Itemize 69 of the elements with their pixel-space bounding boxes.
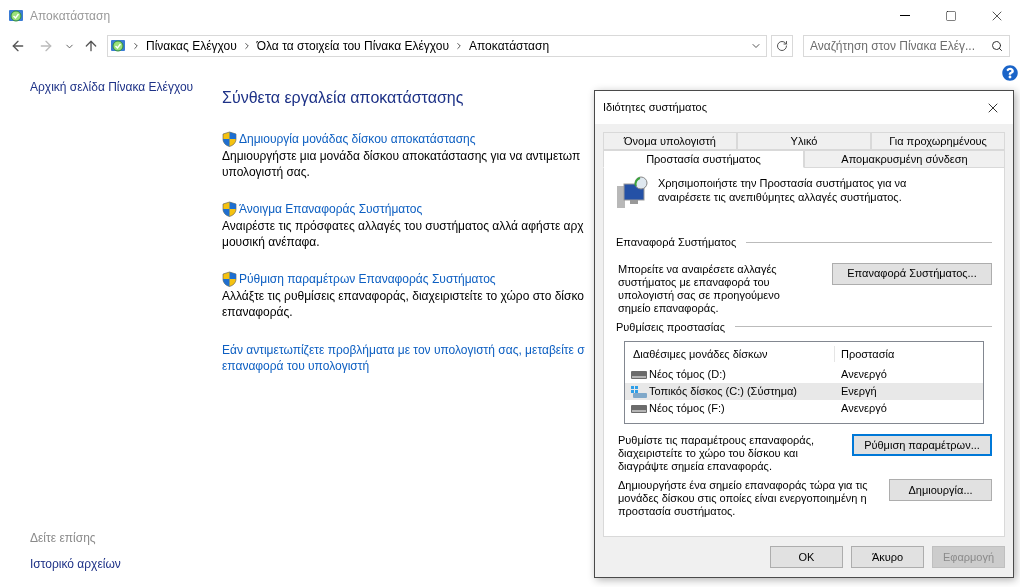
tab[interactable]: Για προχωρημένους [871,132,1005,150]
description-line: μουσική ανέπαφα. [222,234,321,250]
computer-restore-icon [616,176,650,210]
up-icon[interactable] [83,38,99,54]
search-field[interactable]: Αναζήτηση στον Πίνακα Ελέγ... [803,35,1010,57]
breadcrumb[interactable]: Πίνακας Ελέγχου [146,37,237,55]
dialog-title: Ιδιότητες συστήματος [603,100,708,116]
system-restore-button[interactable]: Επαναφορά Συστήματος... [832,262,992,285]
action-button[interactable]: Δημιουργία... [889,479,992,501]
forward-icon[interactable] [38,38,54,54]
page-heading: Σύνθετα εργαλεία αποκατάστασης [222,88,465,108]
drive-row[interactable]: Νέος τόμος (F:) Ανενεργό [625,400,983,417]
breadcrumb[interactable]: Αποκατάσταση [469,37,550,55]
tab[interactable]: Προστασία συστήματος [603,150,804,168]
window-title: Αποκατάσταση [30,7,111,25]
description-line: Αλλάξτε τις ρυθμίσεις επαναφοράς, διαχειριστείτε το χώρο στο δίσκο [222,288,585,304]
tab[interactable]: Απομακρυσμένη σύνδεση [804,150,1005,168]
protection-status: Ανενεργό [840,367,887,383]
description-line: υπολογιστή σας. [222,164,311,180]
refresh-icon [776,40,788,52]
sidebar-link[interactable]: Ιστορικό αρχείων [30,555,222,573]
system-drive-icon [631,385,647,398]
protection-status: Ανενεργό [840,401,887,417]
description-line: Αναιρέστε τις πρόσφατες αλλαγές του συστήματος αλλά αφήστε αρχ [222,218,585,234]
tool-link[interactable]: Δημιουργία μονάδας δίσκου αποκατάστασης [239,130,476,148]
tab[interactable]: Όνομα υπολογιστή [603,132,737,150]
footer-link[interactable]: επαναφορά του υπολογιστή [222,358,585,374]
footer-link[interactable]: Εάν αντιμετωπίζετε προβλήματα με τον υπολογιστή σας, μεταβείτε σ [222,342,585,358]
help-icon[interactable] [1002,65,1018,81]
chevron-icon [454,41,464,51]
tool-link[interactable]: Ρύθμιση παραμέτρων Επαναφοράς Συστήματος [239,270,496,288]
restore-text: Μπορείτε να αναιρέσετε αλλαγές συστήματος με επαναφορά του υπολογιστή σας σε προηγούμενο σημείο επαναφοράς. [617,262,781,315]
protection-status: Ενεργή [840,384,877,400]
intro-text: Χρησιμοποιήστε την Προστασία συστήματος για να αναιρέσετε τις ανεπιθύμητες αλλαγές συστήματος. [658,176,908,204]
tab[interactable]: Υλικό [737,132,871,150]
search-icon [991,40,1003,52]
drive-icon [631,370,647,379]
shield-icon [222,271,237,287]
drive-name: Νέος τόμος (F:) [649,401,725,417]
shield-icon [222,131,237,147]
column-header[interactable]: Προστασία [835,345,895,363]
see-also-heading: Δείτε επίσης [30,530,97,547]
dialog-button[interactable]: Άκυρο [851,546,924,568]
drive-icon [631,404,647,413]
dialog-button[interactable]: OK [770,546,843,568]
action-button[interactable]: Ρύθμιση παραμέτρων... [852,434,992,456]
refresh-button[interactable] [771,35,793,57]
sidebar-link[interactable]: Αρχική σελίδα Πίνακα Ελέγχου [30,78,222,96]
address-field[interactable]: Πίνακας Ελέγχου Όλα τα στοιχεία του Πίνακα Ελέγχου Αποκατάσταση [107,35,767,57]
drive-name: Νέος τόμος (D:) [649,367,726,383]
action-text: Ρυθμίστε τις παραμέτρους επαναφοράς, διαχειριστείτε το χώρο του δίσκου και διαγράψτε σημεία επαναφοράς. [617,434,816,473]
control-panel-icon [110,38,126,54]
drive-name: Τοπικός δίσκος (C:) (Σύστημα) [649,384,798,400]
control-panel-icon [8,7,24,24]
maximize-icon [945,9,957,22]
drive-row[interactable]: Τοπικός δίσκος (C:) (Σύστημα) Ενεργή [625,383,983,400]
action-text: Δημιουργήστε ένα σημείο επαναφοράς τώρα για τις μονάδες δίσκου στις οποίες είναι ενεργοποιημένη η προστασία συστήματος. [617,479,869,518]
tool-link[interactable]: Άνοιγμα Επαναφοράς Συστήματος [239,200,423,218]
group-label: Επαναφορά Συστήματος [616,235,737,250]
shield-icon [222,201,237,217]
chevron-icon [131,41,141,51]
group-label: Ρυθμίσεις προστασίας [616,319,725,335]
description-line: επαναφοράς. [222,304,294,320]
minimize-icon [900,15,910,16]
drive-row[interactable]: Νέος τόμος (D:) Ανενεργό [625,366,983,383]
back-icon[interactable] [10,38,26,54]
description-line: Δημιουργήστε μια μονάδα δίσκου αποκατάστασης για να αντιμετωπ [222,148,582,164]
breadcrumb[interactable]: Όλα τα στοιχεία του Πίνακα Ελέγχου [256,37,449,55]
column-header[interactable]: Διαθέσιμες μονάδες δίσκων [625,345,835,363]
